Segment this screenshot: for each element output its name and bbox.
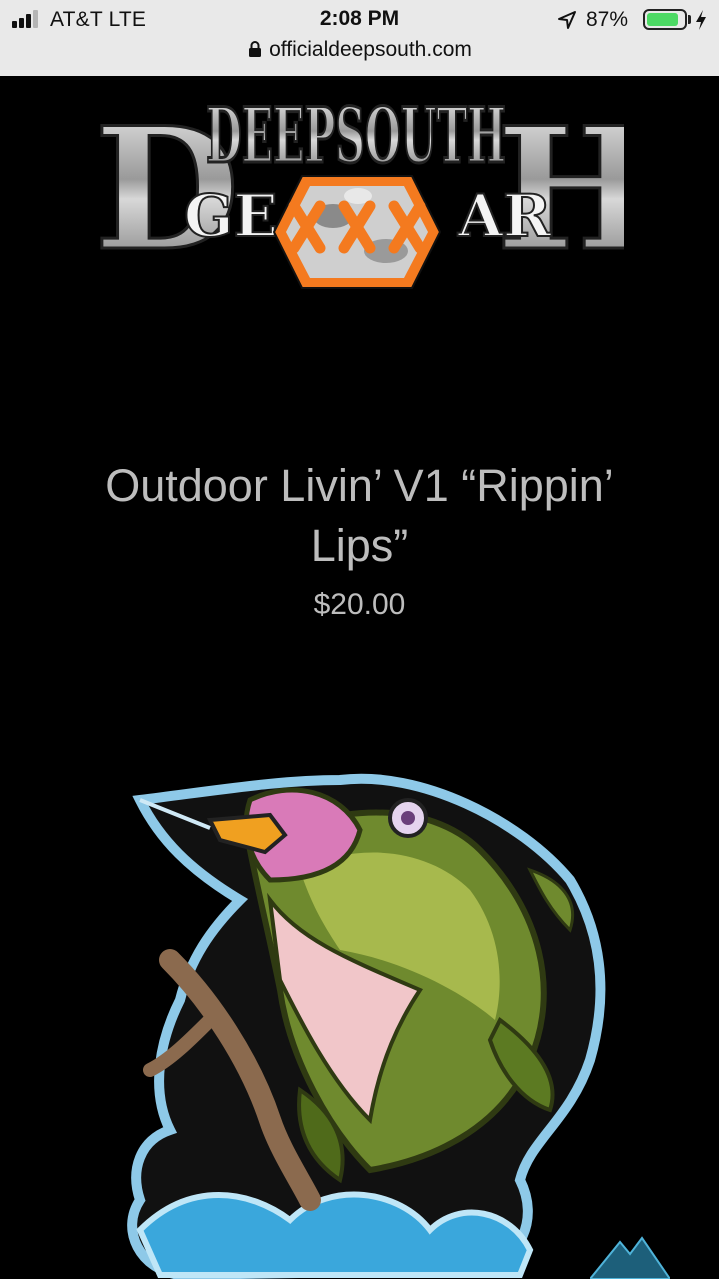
logo-ge: GE — [184, 182, 278, 250]
product-title: Outdoor Livin’ V1 “Rippin’ Lips” — [0, 456, 719, 576]
battery-icon — [643, 9, 687, 30]
charging-bolt-icon — [696, 10, 706, 30]
product-price: $20.00 — [313, 588, 406, 621]
browser-chrome: AT&T LTE 2:08 PM 87% officialdeepsouth.c… — [0, 0, 719, 76]
product-title-line-1: Outdoor Livin’ V1 “Rippin’ — [105, 460, 614, 511]
product-title-line-2: Lips” — [310, 520, 409, 571]
mountain-graphic — [590, 1236, 670, 1279]
battery-cap — [688, 15, 691, 24]
deepsouth-gear-logo[interactable]: D H DEEPSOUTH GE AR — [88, 76, 625, 296]
logo-wordmark: DEEPSOUTH — [206, 91, 506, 180]
logo-ar: AR — [457, 182, 552, 250]
location-arrow-icon — [558, 11, 576, 29]
url-text: officialdeepsouth.com — [269, 38, 472, 61]
status-bar: AT&T LTE 2:08 PM 87% — [0, 0, 719, 40]
bass-fish-patch-image[interactable] — [100, 760, 620, 1279]
lock-icon — [249, 41, 262, 57]
battery-percent: 87% — [586, 8, 629, 31]
address-bar[interactable]: officialdeepsouth.com — [0, 38, 719, 70]
